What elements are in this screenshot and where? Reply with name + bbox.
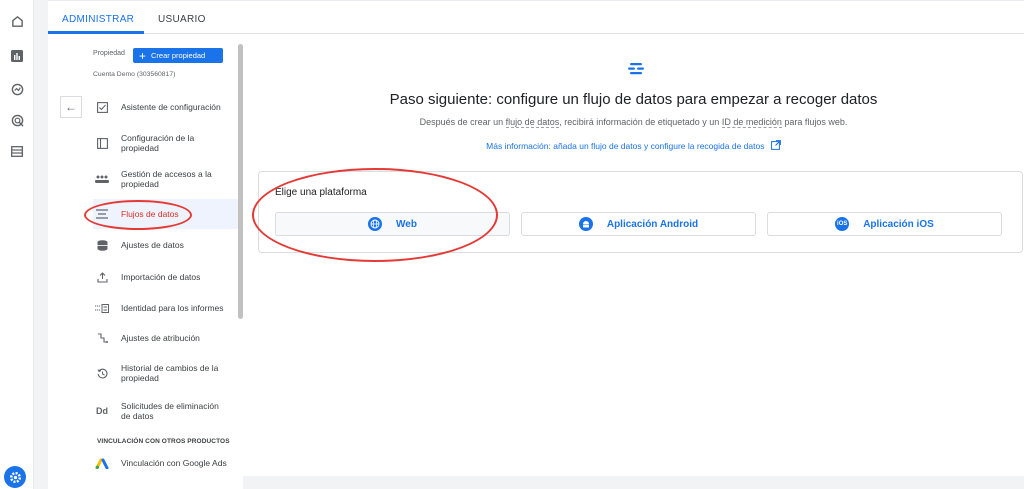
main-content: Paso siguiente: configure un flujo de da… [243,34,1024,489]
sidebar-item-label: Asistente de configuración [121,102,221,112]
upload-icon [93,270,111,284]
sidebar-item-access-management[interactable]: Gestión de accesos a la propiedad [93,168,241,190]
database-icon [93,238,111,252]
configure-icon[interactable] [8,142,26,160]
ios-icon: iOS [835,217,850,231]
sidebar-item-deletion-requests[interactable]: Dd Solicitudes de eliminación de datos [93,400,241,422]
sidebar-item-setup-assistant[interactable]: Asistente de configuración [93,98,241,116]
plus-icon: + [139,48,147,63]
sidebar-item-label: Gestión de accesos a la propiedad [121,169,212,189]
create-property-label: Crear propiedad [151,51,206,60]
sidebar-item-google-ads-linking[interactable]: Vinculación con Google Ads [93,455,241,471]
sidebar-item-data-settings[interactable]: Ajustes de datos [93,237,241,253]
property-settings-panel: Propiedad + Crear propiedad Cuenta Demo … [48,34,243,489]
admin-tab-bar: ADMINISTRAR USUARIO [48,0,1024,34]
measurement-id-term[interactable]: ID de medición [721,117,782,128]
sidebar-item-label: Vinculación con Google Ads [121,458,227,468]
learn-more-link[interactable]: Más información: añada un flujo de datos… [243,140,1024,151]
page-headline: Paso siguiente: configure un flujo de da… [389,91,878,108]
ios-platform-label: Aplicación iOS [863,218,934,230]
sidebar-item-label: Importación de datos [121,272,201,282]
platform-picker-card: Elige una plataforma Web Aplicación Andr… [258,171,1023,253]
back-arrow-icon[interactable]: ← [60,96,82,118]
sidebar-item-label: Configuración de la propiedad [121,133,195,153]
data-streams-icon [93,207,111,221]
identity-icon [93,301,111,315]
left-nav-rail [0,0,34,489]
sidebar-item-property-settings[interactable]: Configuración de la propiedad [93,132,241,154]
google-ads-icon [93,456,111,470]
create-property-button[interactable]: + Crear propiedad [133,48,223,63]
property-window-icon [93,136,111,150]
sidebar-item-data-streams[interactable]: Flujos de datos [93,199,241,229]
platform-picker-title: Elige una plataforma [275,187,367,198]
subline-text: , recibirá información de etiquetado y u… [559,117,722,127]
linking-section-title: VINCULACIÓN CON OTROS PRODUCTOS [97,438,230,445]
explore-icon[interactable] [8,80,26,98]
sidebar-item-label: Flujos de datos [121,209,179,219]
subline-text: para flujos web. [781,117,848,127]
sidebar-item-label: Ajustes de atribución [121,333,200,343]
sidebar-item-label: Historial de cambios de la propiedad [121,363,219,383]
sidebar-item-label: Solicitudes de eliminación de datos [121,401,219,421]
ios-platform-button[interactable]: iOS Aplicación iOS [767,212,1002,236]
page-subline: Después de crear un flujo de datos, reci… [243,117,1024,128]
account-name: Cuenta Demo (303560817) [93,71,176,78]
web-platform-label: Web [396,218,417,230]
tab-administrar[interactable]: ADMINISTRAR [62,14,134,25]
globe-icon [368,217,383,231]
advertising-icon[interactable] [8,111,26,129]
footer-bar [243,476,1024,489]
tab-usuario[interactable]: USUARIO [158,14,206,25]
dd-icon: Dd [96,406,108,416]
data-stream-icon [627,62,645,78]
home-icon[interactable] [8,12,26,30]
sidebar-item-label: Identidad para los informes [121,303,224,313]
reports-icon[interactable] [8,47,26,65]
data-stream-term[interactable]: flujo de datos [505,117,560,128]
sidebar-item-change-history[interactable]: Historial de cambios de la propiedad [93,362,241,384]
android-platform-button[interactable]: Aplicación Android [521,212,756,236]
subline-text: Después de crear un [419,117,506,127]
learn-more-label: Más información: añada un flujo de datos… [486,141,765,151]
checkbox-icon [93,100,111,114]
admin-gear-icon[interactable] [4,466,26,488]
sidebar-item-data-import[interactable]: Importación de datos [93,269,241,285]
sidebar-item-attribution-settings[interactable]: Ajustes de atribución [93,330,241,346]
property-label: Propiedad [93,50,125,57]
attribution-icon [93,331,111,345]
android-platform-label: Aplicación Android [606,218,699,230]
sidebar-item-reporting-identity[interactable]: Identidad para los informes [93,300,241,316]
sidebar-item-label: Ajustes de datos [121,240,184,250]
people-icon [93,172,111,186]
history-icon [93,366,111,380]
external-link-icon [770,140,781,150]
android-icon [578,217,593,231]
web-platform-button[interactable]: Web [275,212,510,236]
